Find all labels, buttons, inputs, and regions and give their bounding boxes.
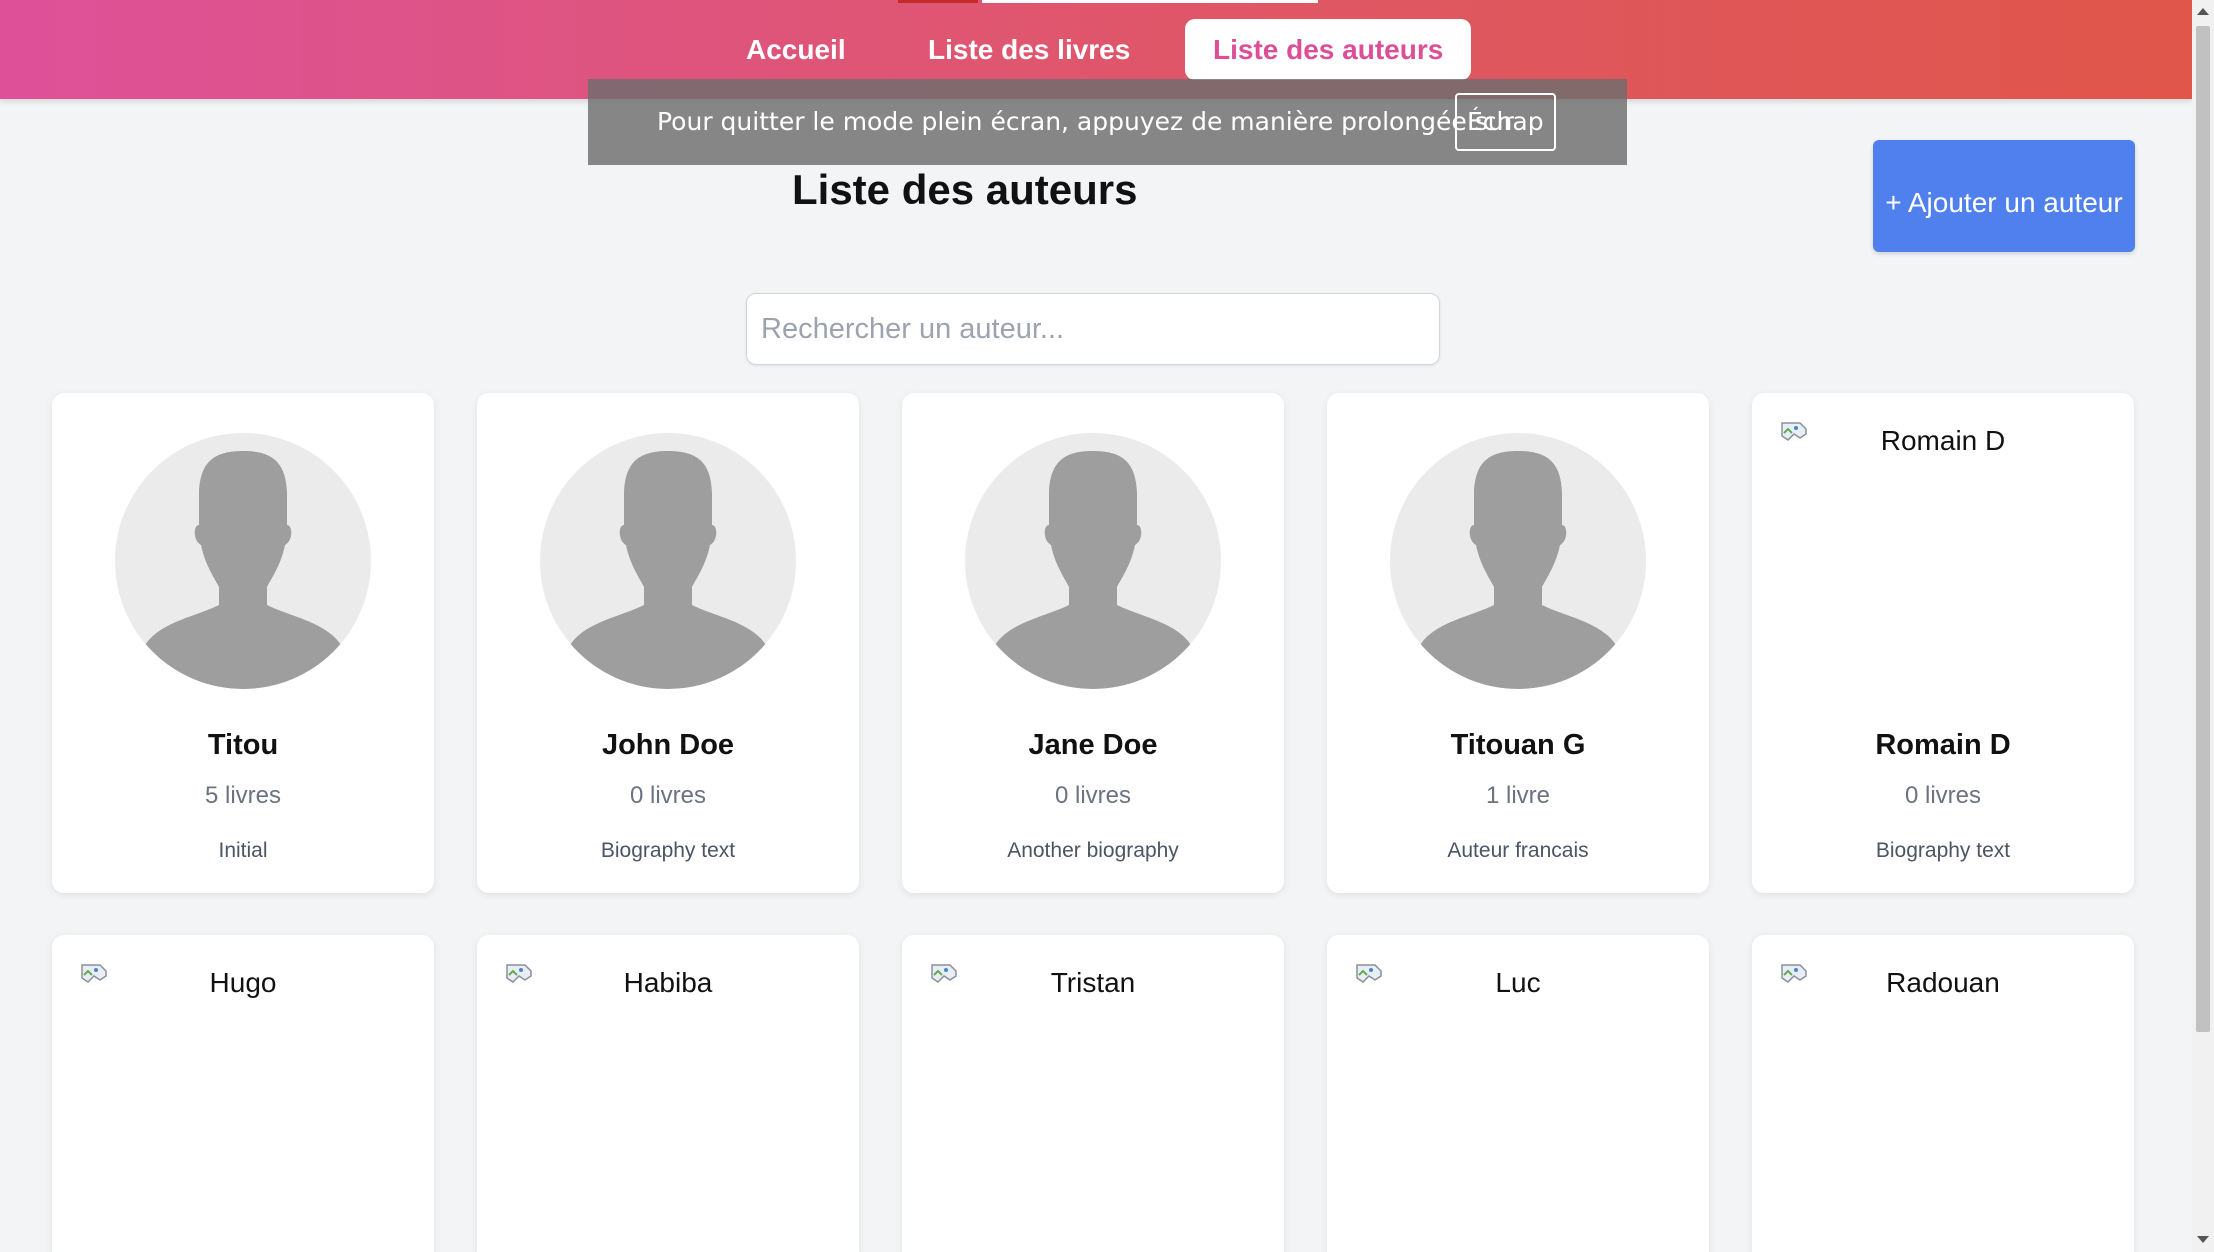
author-bio: Initial: [218, 839, 268, 862]
author-book-count: 0 livres: [629, 782, 707, 809]
tab-strip-indicator: [898, 0, 978, 3]
image-alt-text: Romain D: [1880, 425, 2006, 456]
author-image-broken: Luc: [1355, 963, 1681, 1003]
scrollbar-thumb[interactable]: [2196, 26, 2210, 1032]
author-book-count: 0 livres: [1904, 782, 1982, 809]
author-card[interactable]: Radouan: [1752, 935, 2134, 1252]
author-avatar: [1390, 433, 1646, 689]
fullscreen-toast-text: Pour quitter le mode plein écran, appuye…: [657, 107, 1514, 136]
image-alt-text: Radouan: [1886, 967, 2000, 998]
page: Accueil Liste des livres Liste des auteu…: [0, 0, 2214, 1252]
author-bio: Another biography: [1007, 839, 1179, 862]
author-card[interactable]: Romain D Romain D 0 livres Biography tex…: [1752, 393, 2134, 893]
image-alt-text: Hugo: [209, 967, 277, 998]
author-image-broken: Tristan: [930, 963, 1256, 1003]
image-alt-text: Habiba: [623, 967, 713, 998]
author-book-count: 1 livre: [1485, 782, 1551, 809]
author-card[interactable]: John Doe 0 livres Biography text: [477, 393, 859, 893]
person-silhouette-icon: [993, 451, 1193, 689]
author-image-broken: Romain D: [1780, 421, 2106, 461]
author-card[interactable]: Titou 5 livres Initial: [52, 393, 434, 893]
author-name: Titouan G: [1450, 729, 1586, 761]
page-title: Liste des auteurs: [792, 166, 1138, 213]
author-bio: Biography text: [600, 839, 736, 862]
author-card[interactable]: Jane Doe 0 livres Another biography: [902, 393, 1284, 893]
person-silhouette-icon: [568, 451, 768, 689]
image-alt-text: Tristan: [1050, 967, 1136, 998]
main-nav: Accueil Liste des livres Liste des auteu…: [0, 19, 2192, 80]
author-name: Jane Doe: [1028, 729, 1158, 761]
image-alt-text: Luc: [1495, 967, 1541, 998]
scroll-up-arrow-icon[interactable]: [2197, 8, 2209, 15]
author-bio: Biography text: [1875, 839, 2011, 862]
author-card[interactable]: Hugo: [52, 935, 434, 1252]
author-avatar: [965, 433, 1221, 689]
author-avatar: [540, 433, 796, 689]
author-card[interactable]: Tristan: [902, 935, 1284, 1252]
author-card[interactable]: Titouan G 1 livre Auteur francais: [1327, 393, 1709, 893]
author-name: John Doe: [601, 729, 735, 761]
author-book-count: 0 livres: [1054, 782, 1132, 809]
author-image-broken: Hugo: [80, 963, 406, 1003]
nav-liste-des-auteurs[interactable]: Liste des auteurs: [1185, 19, 1472, 80]
tab-strip-line: [982, 0, 1318, 3]
escape-key-hint: Échap: [1455, 93, 1556, 151]
author-name: Romain D: [1875, 729, 2011, 761]
author-image-broken: Radouan: [1780, 963, 2106, 1003]
author-avatar: [115, 433, 371, 689]
author-bio: Auteur francais: [1447, 839, 1589, 862]
scroll-down-arrow-icon[interactable]: [2197, 1236, 2209, 1243]
fullscreen-toast: Pour quitter le mode plein écran, appuye…: [588, 79, 1627, 165]
nav-accueil[interactable]: Accueil: [746, 19, 846, 80]
vertical-scrollbar[interactable]: [2192, 0, 2214, 1252]
author-name: Titou: [207, 729, 279, 761]
nav-liste-des-livres[interactable]: Liste des livres: [928, 19, 1130, 80]
person-silhouette-icon: [1418, 451, 1618, 689]
search-input[interactable]: [746, 293, 1440, 365]
author-image-broken: Habiba: [505, 963, 831, 1003]
author-book-count: 5 livres: [204, 782, 282, 809]
person-silhouette-icon: [143, 451, 343, 689]
author-card[interactable]: Habiba: [477, 935, 859, 1252]
author-card[interactable]: Luc: [1327, 935, 1709, 1252]
add-author-button[interactable]: + Ajouter un auteur: [1873, 140, 2135, 252]
